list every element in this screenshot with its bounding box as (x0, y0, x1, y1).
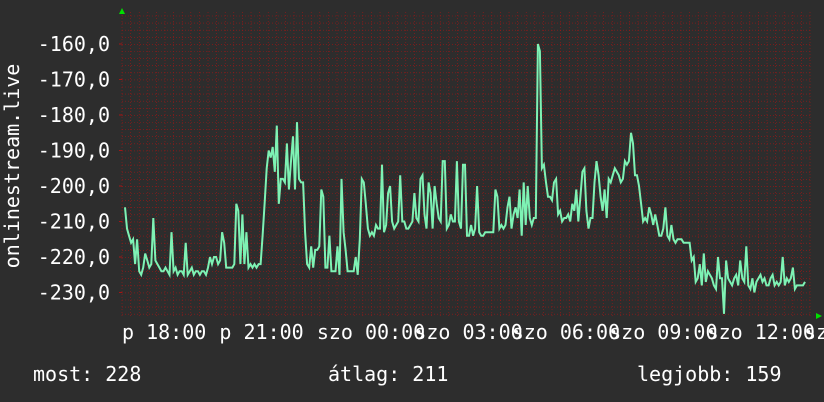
x-tick-label: p 18:00 (122, 320, 206, 344)
x-axis-ticks: p 18:00 p 21:00 szo 00:00szo 03:00szo 06:0… (122, 320, 824, 344)
x-tick-label: p 21:00 (219, 320, 303, 344)
chart-panel: -160,0 -170,0 -180,0 -190,0 -200,0 -210,0 -220… (0, 0, 824, 402)
y-tick-label: -210,0 (38, 210, 110, 234)
x-tick-label: szo 12:00 (707, 320, 815, 344)
stat-current: most: 228 (33, 362, 142, 386)
y-axis-arrow (119, 8, 125, 14)
y-tick-label: -180,0 (38, 103, 110, 127)
line-chart: -160,0 -170,0 -180,0 -190,0 -200,0 -210,0 -220… (0, 8, 824, 344)
y-tick-label: -170,0 (38, 68, 110, 92)
x-tick-label: szo 03:00 (414, 320, 522, 344)
x-tick-label: szo 09:00 (609, 320, 717, 344)
series-line (124, 43, 806, 314)
stat-average: átlag: 211 (328, 362, 449, 386)
x-axis-arrow (816, 313, 822, 319)
x-tick-label: szo 06:00 (512, 320, 620, 344)
y-tick-label: -230,0 (38, 281, 110, 305)
y-tick-label: -190,0 (38, 139, 110, 163)
y-tick-label: -220,0 (38, 245, 110, 269)
y-tick-label: -200,0 (38, 174, 110, 198)
y-tick-label: -160,0 (38, 32, 110, 56)
y-axis-ticks: -160,0 -170,0 -180,0 -190,0 -200,0 -210,0 -220… (38, 32, 122, 305)
stat-best: legjobb: 159 (637, 362, 782, 386)
y-axis-label: onlinestream.live (0, 64, 24, 269)
x-tick-label: szo 15:00 (804, 320, 824, 344)
x-tick-label: szo 00:00 (317, 320, 425, 344)
